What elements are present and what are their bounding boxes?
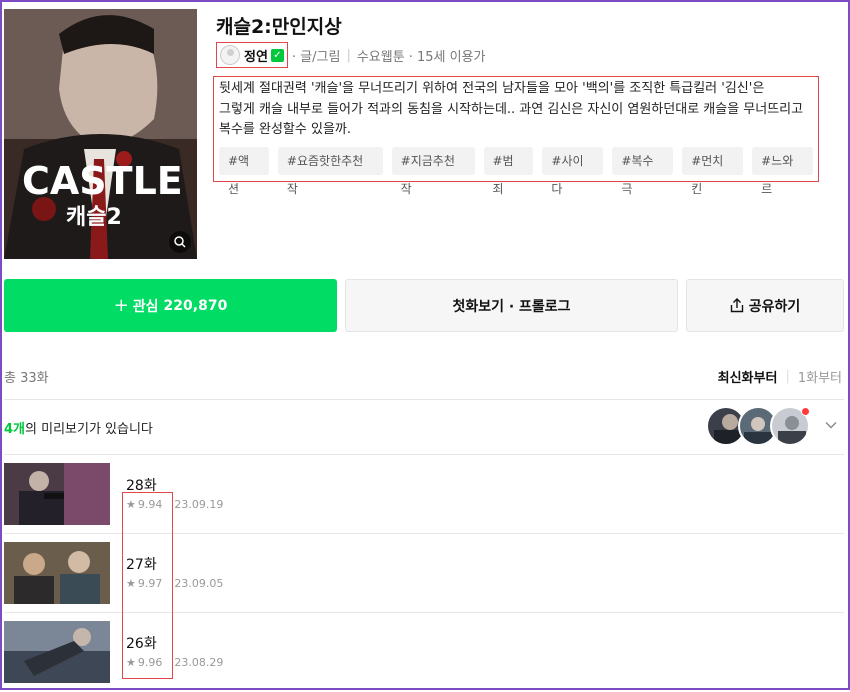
episode-date: 23.09.19	[174, 498, 224, 511]
day-label: 수요웹툰	[356, 49, 405, 65]
episode-date: 23.08.29	[174, 656, 224, 669]
plus-icon: +	[113, 295, 129, 316]
avatar-icon	[220, 45, 240, 65]
episode-date: 23.09.05	[174, 577, 224, 590]
tag[interactable]: #요즘핫한추천작	[277, 146, 383, 196]
divider	[4, 399, 844, 400]
author-name: 정연	[244, 49, 268, 65]
sort-options: 최신화부터 | 1화부터	[718, 367, 842, 386]
share-label: 공유하기	[748, 298, 801, 315]
tag[interactable]: #느와르	[752, 146, 813, 196]
first-episode-label: 첫화보기 · 프롤로그	[452, 298, 571, 315]
episode-thumbnail	[4, 463, 110, 525]
tag[interactable]: #먼치킨	[682, 146, 744, 196]
tag[interactable]: #사이다	[542, 146, 604, 196]
cover-image[interactable]: CASTLE 캐슬2	[4, 9, 197, 259]
share-icon	[730, 298, 743, 313]
verified-icon: ✓	[270, 48, 284, 62]
description: 뒷세계 절대권력 '캐슬'을 무너뜨리기 위하여 전국의 남자들을 모아 '백의…	[219, 81, 804, 137]
episode-total: 총 33화	[4, 371, 49, 386]
favorite-button[interactable]: + 관심 220,870	[4, 279, 337, 332]
sort-latest-button[interactable]: 최신화부터	[718, 367, 778, 386]
episode-thumbnail	[4, 542, 110, 604]
description-box: 뒷세계 절대권력 '캐슬'을 무너뜨리기 위하여 전국의 남자들을 모아 '백의…	[213, 76, 819, 196]
favorite-count: 220,870	[163, 297, 228, 314]
tag-list: #액션 #요즘핫한추천작 #지금추천작 #범죄 #사이다 #복수극 #먼치킨 #…	[219, 146, 813, 196]
author-role: · 글/그림	[291, 49, 341, 65]
age-label: · 15세 이용가	[408, 49, 486, 65]
divider: |	[785, 369, 790, 384]
author-row: 정연 ✓ · 글/그림 | 수요웹툰 · 15세 이용가	[216, 42, 486, 68]
cover-brand: CASTLE	[22, 159, 183, 203]
share-button[interactable]: 공유하기	[686, 279, 844, 332]
cover-sub: 캐슬2	[66, 205, 122, 230]
preview-row[interactable]: 4개의 미리보기가 있습니다	[4, 418, 153, 437]
rating-highlight-box	[122, 492, 173, 679]
tag[interactable]: #액션	[219, 146, 269, 196]
divider: |	[346, 47, 351, 63]
episode-thumbnail	[4, 621, 110, 683]
page-title: 캐슬2:만인지상	[216, 16, 342, 38]
zoom-icon[interactable]	[169, 231, 191, 253]
sort-first-button[interactable]: 1화부터	[798, 367, 842, 386]
preview-count: 4개	[4, 422, 26, 437]
favorite-label: 관심	[132, 298, 159, 315]
tag[interactable]: #복수극	[612, 146, 674, 196]
new-badge	[801, 407, 810, 416]
preview-text: 의 미리보기가 있습니다	[25, 422, 153, 437]
tag[interactable]: #범죄	[483, 146, 534, 196]
preview-thumbnails[interactable]	[706, 406, 812, 448]
author-link[interactable]: 정연 ✓	[216, 42, 288, 68]
tag[interactable]: #지금추천작	[391, 146, 475, 196]
first-episode-button[interactable]: 첫화보기 · 프롤로그	[345, 279, 678, 332]
chevron-down-icon[interactable]	[824, 418, 838, 432]
